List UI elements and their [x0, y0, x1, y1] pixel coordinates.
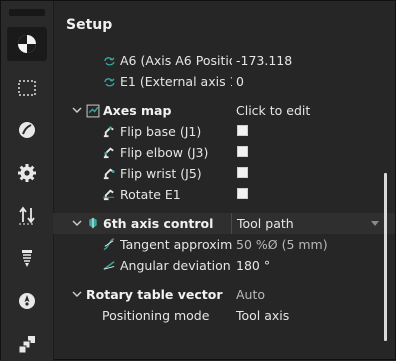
sidebar-item-toolpath[interactable]: [7, 113, 47, 147]
setup-panel: Setup A6 (Axis A6 Positio -173.118 E1 (E…: [53, 1, 395, 359]
property-label: Rotate E1: [120, 187, 181, 202]
property-label: Positioning mode: [102, 308, 210, 323]
property-label: 6th axis control: [103, 216, 214, 231]
sidebar-item-blocks[interactable]: [7, 327, 47, 361]
sidebar-item-origin[interactable]: [7, 284, 47, 318]
robot-arm-icon: [103, 126, 114, 138]
property-value[interactable]: 180 °: [236, 255, 270, 276]
sidebar: [1, 1, 54, 361]
robot-arm-icon: [102, 189, 115, 201]
property-label: Flip base (J1): [120, 124, 202, 139]
property-row-flip-base[interactable]: Flip base (J1): [53, 121, 395, 142]
dropdown-arrow-icon[interactable]: [371, 221, 379, 226]
property-label: Tangent approxima: [120, 237, 232, 252]
property-row-flip-wrist[interactable]: Flip wrist (J5): [53, 163, 395, 184]
sidebar-item-tool[interactable]: [7, 241, 47, 275]
property-row-flip-elbow[interactable]: Flip elbow (J3): [53, 142, 395, 163]
chevron-down-icon[interactable]: [72, 289, 82, 299]
axes-map-edit-link[interactable]: Click to edit: [236, 100, 310, 121]
chevron-down-icon[interactable]: [72, 218, 82, 228]
setup-window: Setup A6 (Axis A6 Positio -173.118 E1 (E…: [0, 0, 396, 361]
property-group-axes-map[interactable]: Axes map Click to edit: [53, 100, 395, 121]
property-group-rotary-table[interactable]: Rotary table vector Auto: [53, 284, 395, 305]
property-row-e1[interactable]: E1 (External axis 1 I 0: [53, 71, 395, 92]
sidebar-item-settings[interactable]: [7, 156, 47, 190]
sixth-axis-icon: [89, 217, 97, 229]
property-label: E1 (External axis 1 I: [120, 74, 232, 89]
gear-icon: [18, 164, 36, 182]
robot-arm-icon: [103, 147, 114, 159]
property-value[interactable]: Tool axis: [236, 305, 289, 326]
dropdown-selected-value: Tool path: [237, 216, 294, 231]
flip-base-checkbox[interactable]: [237, 125, 248, 136]
panel-title: Setup: [66, 17, 113, 33]
sidebar-item-transfer[interactable]: [7, 198, 47, 232]
robot-arm-icon: [103, 168, 115, 180]
angular-deviation-icon: [103, 261, 115, 270]
scrollbar[interactable]: [384, 173, 387, 341]
chevron-down-icon[interactable]: [72, 105, 82, 115]
link-arrow-icon: [104, 57, 115, 66]
property-value[interactable]: 0: [236, 71, 244, 92]
property-value[interactable]: Auto: [236, 284, 265, 305]
property-label: Flip wrist (J5): [120, 166, 202, 181]
property-value[interactable]: -173.118: [236, 50, 292, 71]
link-arrow-icon: [104, 78, 115, 87]
property-row-a6[interactable]: A6 (Axis A6 Positio -173.118: [53, 50, 395, 71]
setup-pie-icon: [18, 35, 36, 53]
sidebar-item-stock[interactable]: [7, 71, 47, 105]
property-label: Angular deviation: [120, 258, 231, 273]
property-label: Rotary table vector: [86, 287, 223, 302]
property-row-rotate-e1[interactable]: Rotate E1: [53, 184, 395, 205]
blocks-icon: [18, 336, 35, 354]
property-row-angular[interactable]: Angular deviation 180 °: [53, 255, 395, 276]
sidebar-grip[interactable]: [9, 9, 45, 16]
origin-pin-icon: [19, 293, 35, 309]
flip-wrist-checkbox[interactable]: [237, 167, 248, 178]
axes-map-icon: [86, 104, 100, 118]
sixth-axis-dropdown[interactable]: Tool path: [231, 213, 383, 234]
property-row-tangent[interactable]: Tangent approxima 50 %Ø (5 mm): [53, 234, 395, 255]
property-row-positioning[interactable]: Positioning mode Tool axis: [53, 305, 395, 326]
property-label: A6 (Axis A6 Positio: [120, 53, 232, 68]
sidebar-item-setup[interactable]: [7, 27, 47, 61]
property-value[interactable]: 50 %Ø (5 mm): [236, 234, 328, 255]
tangent-curve-icon: [103, 238, 115, 250]
property-group-6th-axis[interactable]: 6th axis control Tool path: [53, 213, 395, 234]
toolpath-compass-icon: [19, 122, 35, 138]
transfer-arrows-icon: [19, 206, 35, 225]
property-label: Flip elbow (J3): [120, 145, 209, 160]
rotate-e1-checkbox[interactable]: [237, 188, 248, 199]
flip-elbow-checkbox[interactable]: [237, 146, 248, 157]
tool-drill-icon: [22, 250, 32, 267]
property-label: Axes map: [103, 103, 172, 118]
stock-box-icon: [18, 80, 36, 96]
